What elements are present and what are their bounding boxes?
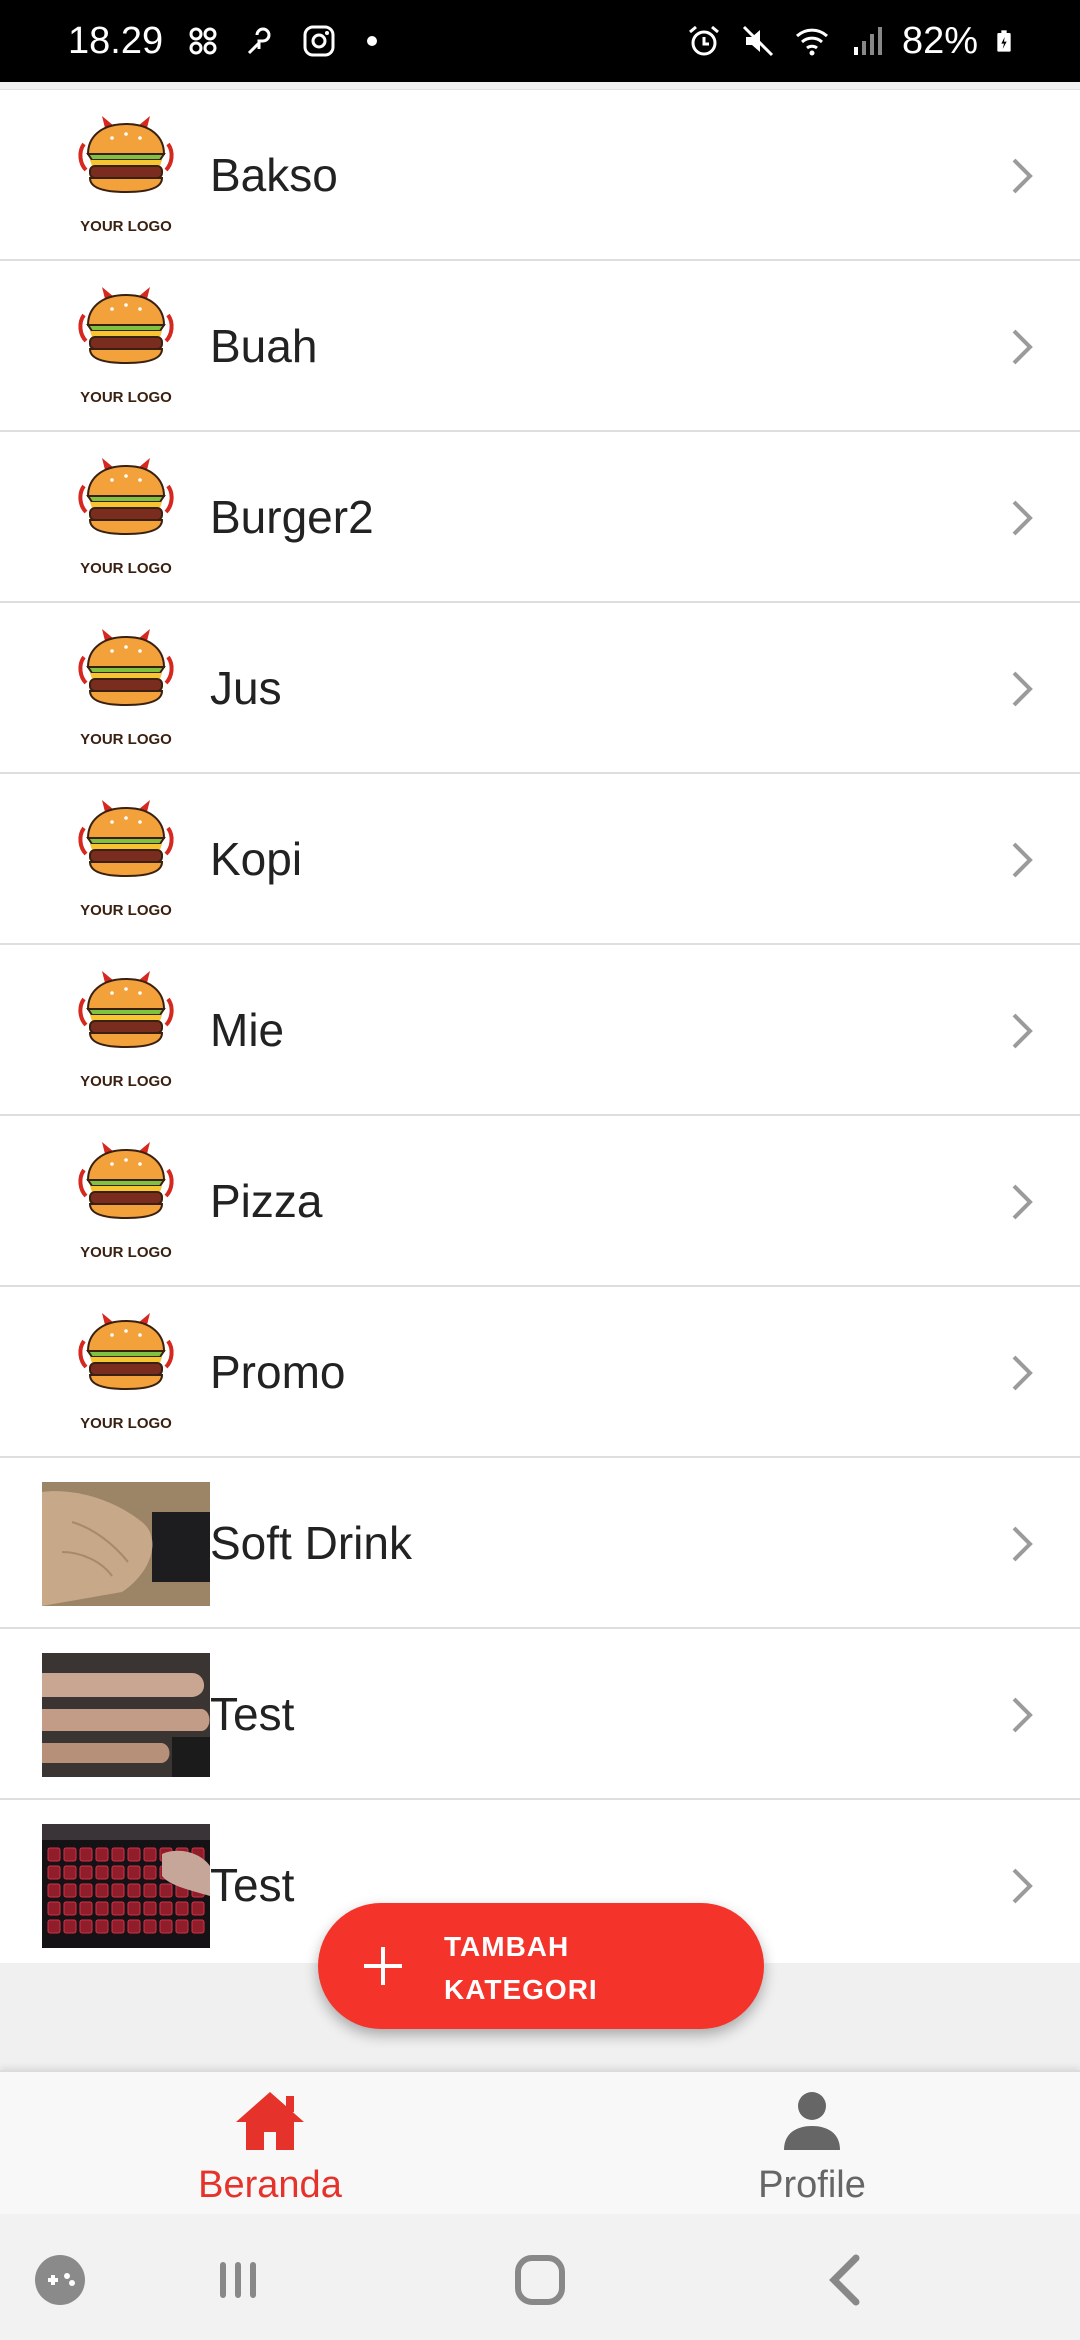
category-logo-thumbnail: YOUR LOGO [42,1140,210,1264]
alarm-icon [688,25,719,56]
notification-app-icon [189,27,217,55]
chevron-right-icon [1000,325,1044,369]
chevron-right-icon [1000,1351,1044,1395]
category-name: Soft Drink [210,1517,412,1569]
wifi-icon [795,28,828,56]
logo-text: YOUR LOGO [80,1244,172,1261]
category-logo-thumbnail: YOUR LOGO [42,456,210,580]
category-logo-thumbnail: YOUR LOGO [42,285,210,409]
category-row[interactable]: YOUR LOGO Kopi [0,774,1080,945]
chevron-right-icon [1000,1693,1044,1737]
category-name: Promo [210,1346,346,1398]
category-name: Buah [210,320,318,372]
system-navigation-bar [0,2214,1080,2340]
signal-icon [853,27,882,55]
chevron-right-icon [1000,154,1044,198]
person-icon [784,2092,840,2150]
bottom-navigation: Beranda Profile [0,2070,1080,2214]
category-photo-thumbnail [42,1482,210,1606]
logo-text: YOUR LOGO [80,389,172,406]
category-logo-thumbnail: YOUR LOGO [42,1311,210,1435]
nav-item-beranda[interactable]: Beranda [120,2072,420,2216]
category-logo-thumbnail: YOUR LOGO [42,114,210,238]
chevron-right-icon [1000,496,1044,540]
home-icon [236,2092,304,2150]
logo-text: YOUR LOGO [80,902,172,919]
category-name: Mie [210,1004,285,1056]
category-photo-thumbnail [42,1824,210,1948]
game-launcher-icon[interactable] [32,2252,88,2308]
category-row[interactable]: Soft Drink [0,1458,1080,1629]
category-row[interactable]: YOUR LOGO Jus [0,603,1080,774]
home-button-icon[interactable] [512,2252,568,2308]
category-row[interactable]: YOUR LOGO Buah [0,261,1080,432]
plus-icon [364,1947,402,1985]
logo-text: YOUR LOGO [80,1073,172,1090]
instagram-icon [303,25,335,57]
category-row[interactable]: YOUR LOGO Promo [0,1287,1080,1458]
back-icon[interactable] [820,2252,876,2308]
category-list: YOUR LOGO Bakso YOUR LOGO Buah YOUR LOGO… [0,90,1080,1971]
category-row[interactable]: YOUR LOGO Pizza [0,1116,1080,1287]
category-name: Kopi [210,833,303,885]
category-logo-thumbnail: YOUR LOGO [42,627,210,751]
status-time: 18.29 [68,19,164,62]
add-category-button[interactable]: TAMBAH KATEGORI [318,1903,764,2029]
list-top-divider [0,82,1080,90]
add-category-label: TAMBAH KATEGORI [444,1931,598,2005]
logo-text: YOUR LOGO [80,731,172,748]
category-row[interactable]: YOUR LOGO Mie [0,945,1080,1116]
chevron-right-icon [1000,1180,1044,1224]
category-name: Jus [210,662,282,714]
nav-label-profile: Profile [758,2164,866,2206]
logo-text: YOUR LOGO [80,1415,172,1432]
category-name: Test [210,1859,295,1911]
category-row[interactable]: YOUR LOGO Bakso [0,90,1080,261]
category-row[interactable]: Test [0,1629,1080,1800]
battery-percent: 82% [901,19,978,62]
category-row[interactable]: YOUR LOGO Burger2 [0,432,1080,603]
category-logo-thumbnail: YOUR LOGO [42,798,210,922]
nav-item-profile[interactable]: Profile [662,2072,962,2216]
category-photo-thumbnail [42,1653,210,1777]
chevron-right-icon [1000,1009,1044,1053]
category-logo-thumbnail: YOUR LOGO [42,969,210,1093]
link-icon [248,27,271,55]
category-name: Pizza [210,1175,323,1227]
logo-text: YOUR LOGO [80,560,172,577]
chevron-right-icon [1000,838,1044,882]
nav-label-beranda: Beranda [198,2164,342,2206]
more-notifications-dot [367,36,378,46]
logo-text: YOUR LOGO [80,218,172,235]
category-name: Bakso [210,149,338,201]
category-name: Burger2 [210,491,374,543]
status-bar: 18.29 82% [0,0,1080,82]
chevron-right-icon [1000,667,1044,711]
recent-apps-icon[interactable] [210,2252,266,2308]
chevron-right-icon [1000,1522,1044,1566]
battery-charging-icon [997,30,1011,52]
chevron-right-icon [1000,1864,1044,1908]
category-name: Test [210,1688,295,1740]
mute-icon [742,25,773,57]
